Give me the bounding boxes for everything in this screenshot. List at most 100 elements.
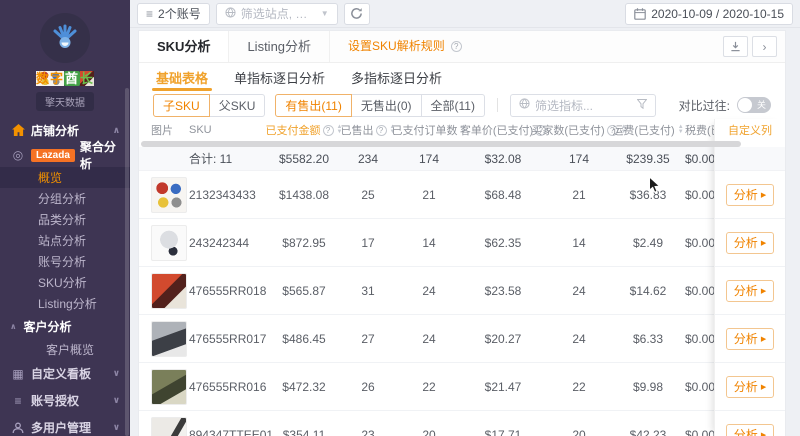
divider [497, 98, 498, 112]
analyze-button[interactable]: 分析▶ [726, 328, 774, 350]
site-filter-placeholder: 筛选站点, 大类, 小类... [241, 5, 316, 22]
col-sold[interactable]: 已售出 ? ▲▼ [343, 122, 393, 138]
filter-child-sku[interactable]: 子SKU [153, 94, 210, 117]
tab-listing-analysis[interactable]: Listing分析 [229, 31, 330, 62]
play-icon: ▶ [761, 239, 766, 247]
compare-past-label: 对比过往: [679, 97, 730, 114]
sku-table: 图片 SKU 已支付金额 ? ▲▼ 已售出 ? ▲▼ 已支付订单数 ▲▼ 客单价… [139, 119, 785, 436]
sidebar-item-listing-analysis[interactable]: Listing分析 [0, 293, 130, 314]
metric-placeholder: 筛选指标... [535, 97, 593, 114]
subtab-single-metric-daily[interactable]: 单指标逐日分析 [234, 63, 325, 91]
col-paid-orders[interactable]: 已支付订单数 ▲▼ [393, 122, 465, 138]
sold-filter-group: 有售出(11) 无售出(0) 全部(11) [275, 94, 485, 117]
horizontal-scrollbar [139, 141, 785, 147]
product-image[interactable] [151, 273, 187, 309]
chevron-up-icon: ∧ [10, 322, 17, 331]
filter-unsold[interactable]: 无售出(0) [351, 94, 422, 117]
lazada-badge: Lazada [31, 149, 75, 162]
chevron-down-icon: ∨ [113, 395, 120, 406]
chevron-down-icon: ∨ [113, 368, 120, 379]
sidebar-item-customer-overview[interactable]: 客户概览 [0, 338, 130, 360]
sidebar-item-category-analysis[interactable]: 品类分析 [0, 209, 130, 230]
subtab-multi-metric-daily[interactable]: 多指标逐日分析 [351, 63, 442, 91]
metric-filter-select[interactable]: 筛选指标... [510, 94, 656, 117]
sidebar-item-lazada-aggregate[interactable]: ◎ Lazada 聚合分析 [0, 143, 130, 167]
list-icon: ≡ [10, 394, 26, 408]
sidebar-group-customer-analysis[interactable]: ∧ 客户分析 [0, 314, 130, 338]
sku-type-toggle-group: 子SKU 父SKU [153, 94, 265, 117]
refresh-button[interactable] [344, 3, 370, 25]
globe-icon [519, 98, 530, 112]
col-shipping[interactable]: 运费(已支付) ▲▼ [617, 122, 679, 138]
date-range-picker[interactable]: 2020-10-09 / 2020-10-15 [625, 3, 793, 25]
col-image: 图片 [139, 122, 189, 138]
sku-value: 243242344 [189, 236, 265, 250]
filter-bar: 子SKU 父SKU 有售出(11) 无售出(0) 全部(11) 筛选指标... … [139, 91, 785, 119]
col-avg-order-value[interactable]: 客单价(已支付) ? [465, 122, 541, 138]
grid-icon: ▦ [10, 367, 26, 381]
mouse-cursor [648, 176, 662, 199]
chief-logo-icon [50, 23, 80, 53]
analyze-button[interactable]: 分析▶ [726, 280, 774, 302]
sidebar-item-group-analysis[interactable]: 分组分析 [0, 188, 130, 209]
sidebar-group-custom-dashboard[interactable]: ▦ 自定义看板 ∨ [0, 360, 130, 387]
sidebar-group-account-authorization[interactable]: ≡ 账号授权 ∨ [0, 387, 130, 414]
product-image[interactable] [151, 321, 187, 357]
sidebar-menu: 店铺分析 ∧ ◎ Lazada 聚合分析 概览 分组分析 品类分析 站点分析 账… [0, 117, 130, 436]
sku-value: 2132343433 [189, 188, 265, 202]
chevron-down-icon: ∨ [113, 422, 120, 433]
sidebar-group-multi-user[interactable]: 多用户管理 ∨ [0, 414, 130, 436]
compare-past-toggle[interactable]: 关 [737, 97, 771, 113]
col-paid-amount[interactable]: 已支付金额 ? ▲▼ [265, 122, 343, 138]
refresh-icon [350, 7, 363, 20]
table-header-row: 图片 SKU 已支付金额 ? ▲▼ 已售出 ? ▲▼ 已支付订单数 ▲▼ 客单价… [139, 119, 785, 141]
fixed-action-column: 自定义列 分析▶ 分析▶ 分析▶ 分析▶ 分析▶ 分析▶ [714, 119, 785, 436]
compare-past-control: 对比过往: 关 [679, 97, 771, 114]
play-icon: ▶ [761, 191, 766, 199]
scrollbar-thumb[interactable] [141, 141, 741, 147]
expand-right-button[interactable]: › [752, 36, 777, 57]
filter-sold[interactable]: 有售出(11) [275, 94, 351, 117]
play-icon: ▶ [761, 383, 766, 391]
product-image[interactable] [151, 225, 187, 261]
summary-label: 合计: 11 [189, 150, 265, 167]
col-buyers[interactable]: 买家数(已支付) ? ▲▼ [541, 122, 617, 138]
chevron-up-icon: ∧ [113, 125, 120, 136]
set-sku-rule-link[interactable]: 设置SKU解析规则 ? [330, 31, 480, 62]
brand-name: 数字酋长 [0, 68, 130, 87]
menu-icon: ≡ [146, 7, 153, 21]
sidebar-scrollbar[interactable] [125, 88, 129, 436]
help-icon: ? [376, 125, 387, 136]
filter-parent-sku[interactable]: 父SKU [209, 94, 266, 117]
sidebar-item-sku-analysis[interactable]: SKU分析 [0, 272, 130, 293]
product-image[interactable] [151, 177, 187, 213]
table-row: 476555RR016 $472.32 26 22 $21.47 22 $9.9… [139, 363, 785, 411]
sidebar-item-account-analysis[interactable]: 账号分析 [0, 251, 130, 272]
summary-row: 合计: 11 $5582.20 234 174 $32.08 174 $239.… [139, 147, 785, 171]
person-icon [10, 422, 26, 434]
home-icon [10, 124, 26, 136]
target-icon: ◎ [10, 148, 26, 162]
analyze-button[interactable]: 分析▶ [726, 376, 774, 398]
download-icon [730, 41, 741, 52]
analyze-button[interactable]: 分析▶ [726, 424, 774, 436]
tab-sku-analysis[interactable]: SKU分析 [139, 31, 229, 62]
accounts-button[interactable]: ≡ 2个账号 [137, 3, 210, 25]
table-row: 2132343433 $1438.08 25 21 $68.48 21 $36.… [139, 171, 785, 219]
subtab-basic-table[interactable]: 基础表格 [156, 63, 208, 91]
table-row: 894347TTEE01 $354.11 23 20 $17.71 20 $42… [139, 411, 785, 436]
sku-value: 476555RR018 [189, 284, 265, 298]
filter-all[interactable]: 全部(11) [421, 94, 485, 117]
custom-column-header[interactable]: 自定义列 [715, 119, 785, 141]
site-filter-select[interactable]: 筛选站点, 大类, 小类... ▼ [216, 3, 338, 25]
analyze-button[interactable]: 分析▶ [726, 184, 774, 206]
product-image[interactable] [151, 369, 187, 405]
sku-value: 476555RR016 [189, 380, 265, 394]
globe-icon [225, 7, 236, 21]
sidebar-item-site-analysis[interactable]: 站点分析 [0, 230, 130, 251]
product-image[interactable] [151, 417, 187, 436]
analyze-button[interactable]: 分析▶ [726, 232, 774, 254]
toggle-state-label: 关 [757, 100, 766, 111]
calendar-icon [634, 8, 646, 20]
download-button[interactable] [723, 36, 748, 57]
